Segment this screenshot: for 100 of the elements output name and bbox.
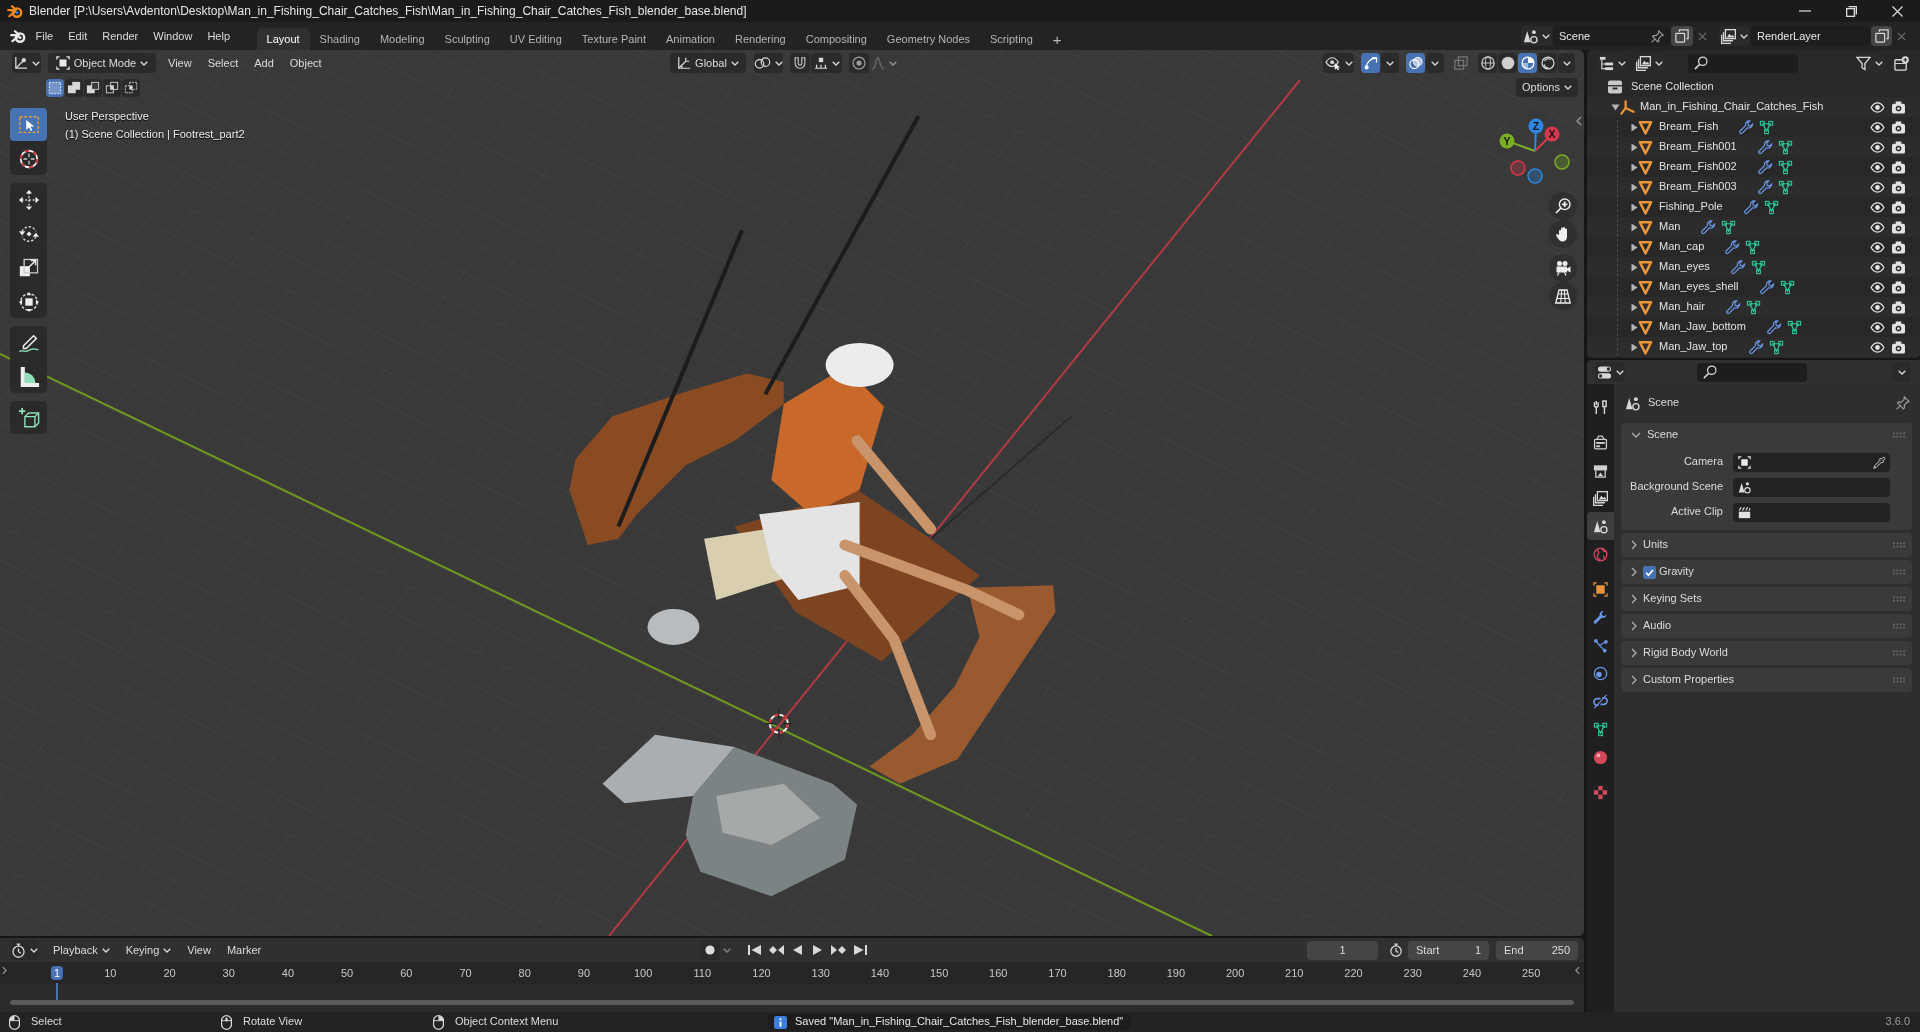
shading-options-dropdown[interactable] [1558, 53, 1575, 73]
menu-item[interactable]: View [181, 940, 217, 960]
caret-icon[interactable] [163, 947, 172, 953]
mesh-data-icon[interactable] [1721, 219, 1737, 235]
camera-icon[interactable] [1891, 300, 1906, 314]
triangle-object-icon[interactable] [1638, 279, 1653, 295]
caret-icon[interactable] [1542, 33, 1550, 39]
workspace-tab[interactable]: Modeling [369, 28, 435, 50]
negative-axis-handle[interactable] [1510, 160, 1526, 176]
panel-title[interactable]: Audio [1643, 619, 1672, 633]
axis-handle[interactable] [1499, 133, 1515, 149]
tree-list-icon[interactable] [1598, 55, 1614, 71]
pivot-point-dropdown[interactable] [754, 53, 783, 73]
wrench-icon[interactable] [1757, 159, 1773, 175]
workspace-tab[interactable]: Animation [656, 28, 725, 50]
caret-icon[interactable] [1344, 60, 1353, 66]
drag-handle-icon[interactable] [1893, 650, 1905, 656]
collapsed-triangle-icon[interactable] [1631, 162, 1638, 172]
triangle-object-icon[interactable] [1638, 219, 1653, 235]
snap-target-dropdown[interactable] [811, 53, 842, 73]
mesh-data-icon[interactable] [1763, 199, 1779, 215]
outliner-item[interactable]: Man_Jaw_bottom [1587, 317, 1920, 337]
search-icon[interactable] [1694, 56, 1708, 70]
drag-handle-icon[interactable] [1893, 569, 1905, 575]
funnel-icon[interactable] [1856, 55, 1871, 71]
stopwatch-icon[interactable] [11, 942, 26, 958]
caret-icon[interactable] [32, 60, 40, 66]
cursor-crosshair-icon[interactable] [17, 147, 40, 170]
triangle-object-icon[interactable] [1638, 319, 1653, 335]
menu-dropdown[interactable]: Playback [47, 940, 116, 960]
menu-item[interactable]: View [160, 53, 200, 73]
camera-icon[interactable] [1891, 260, 1906, 274]
negative-axis-handle[interactable] [1527, 168, 1543, 184]
object-mode-icon[interactable] [55, 56, 70, 70]
camera-icon[interactable] [1891, 320, 1906, 334]
fishing-chair-model-drawing[interactable] [569, 115, 1073, 897]
wrench-icon[interactable] [1739, 119, 1755, 135]
caret-icon[interactable] [30, 947, 38, 953]
background-scene-field[interactable] [1733, 477, 1890, 497]
wrench-icon[interactable] [1757, 139, 1773, 155]
cone-sphere-icon[interactable] [1593, 518, 1608, 534]
eye-icon[interactable] [1870, 141, 1885, 153]
collapsed-triangle-icon[interactable] [1631, 282, 1638, 292]
outliner-item[interactable]: Bream_Fish001 [1587, 137, 1920, 157]
panel-title[interactable]: Scene [1647, 428, 1679, 442]
axis-handle[interactable] [1528, 118, 1544, 134]
particles-icon[interactable] [1593, 637, 1608, 653]
chevron-right-icon[interactable] [1631, 675, 1637, 685]
camera-field[interactable] [1733, 452, 1890, 472]
triangle-object-icon[interactable] [1638, 199, 1653, 215]
select-box-tool[interactable] [10, 108, 47, 141]
options-dropdown[interactable] [1892, 362, 1911, 382]
editor-type-button[interactable] [1595, 362, 1625, 382]
printer-icon[interactable] [1593, 462, 1608, 478]
chevron-right-icon[interactable] [1631, 594, 1637, 604]
auto-keying-toggle[interactable] [700, 940, 720, 960]
start-frame-field[interactable]: Start 1 [1408, 940, 1489, 960]
outliner-item[interactable]: Man_hair [1587, 297, 1920, 317]
3d-viewport[interactable]: Object Mode View Select Add Object Global Options User Perspective (1) Scene Collection | Footrest_part2 X Y Z [0, 50, 1584, 936]
eyedropper-icon[interactable] [1873, 455, 1886, 469]
caret-icon[interactable] [140, 60, 149, 66]
mesh-data-icon[interactable] [1768, 339, 1784, 355]
globe-icon[interactable] [1593, 546, 1608, 562]
wrench-icon[interactable] [1759, 279, 1775, 295]
outliner-item[interactable]: Man [1587, 217, 1920, 237]
panel-title[interactable]: Gravity [1659, 565, 1694, 579]
checkbox[interactable] [1643, 565, 1656, 579]
caret-icon[interactable] [1386, 60, 1394, 66]
caret-icon[interactable] [1615, 369, 1624, 375]
scene-selector-button[interactable] [1521, 26, 1552, 46]
chevron-right-icon[interactable] [1631, 621, 1637, 631]
collapsed-triangle-icon[interactable] [1631, 242, 1638, 252]
search-icon[interactable] [1703, 365, 1717, 379]
zoom-icon[interactable] [1555, 198, 1571, 214]
selectability-dropdown[interactable] [1323, 53, 1354, 73]
transform-icon[interactable] [17, 290, 40, 313]
triangle-object-icon[interactable] [1638, 139, 1653, 155]
wrench-icon[interactable] [1725, 239, 1741, 255]
camera-view-button[interactable] [1549, 254, 1577, 282]
view-layer-name-field[interactable]: RenderLayer [1751, 26, 1870, 46]
pan-button[interactable] [1549, 220, 1577, 248]
mode-dropdown[interactable]: Object Mode [48, 53, 156, 73]
collapsed-triangle-icon[interactable] [1631, 142, 1638, 152]
cone-sphere-icon[interactable] [1738, 480, 1751, 494]
camera-back-icon[interactable] [1593, 434, 1608, 450]
menu-item[interactable]: File [28, 26, 61, 46]
panel-title[interactable]: Custom Properties [1643, 673, 1735, 687]
eye-icon[interactable] [1870, 281, 1885, 293]
wrench-icon[interactable] [1748, 339, 1764, 355]
menu-item[interactable]: Select [199, 53, 247, 73]
menu-item[interactable]: Window [145, 26, 200, 46]
wrench-icon[interactable] [1701, 219, 1717, 235]
workspace-tab[interactable]: Scripting [980, 28, 1043, 50]
eye-icon[interactable] [1870, 101, 1885, 113]
scene-name-field[interactable]: Scene [1553, 26, 1670, 46]
mesh-data-icon[interactable] [1745, 299, 1761, 315]
menu-dropdown[interactable]: Keying [119, 940, 178, 960]
collapsed-triangle-icon[interactable] [1631, 182, 1638, 192]
axes-icon[interactable] [1620, 99, 1635, 115]
eye-icon[interactable] [1870, 161, 1885, 173]
